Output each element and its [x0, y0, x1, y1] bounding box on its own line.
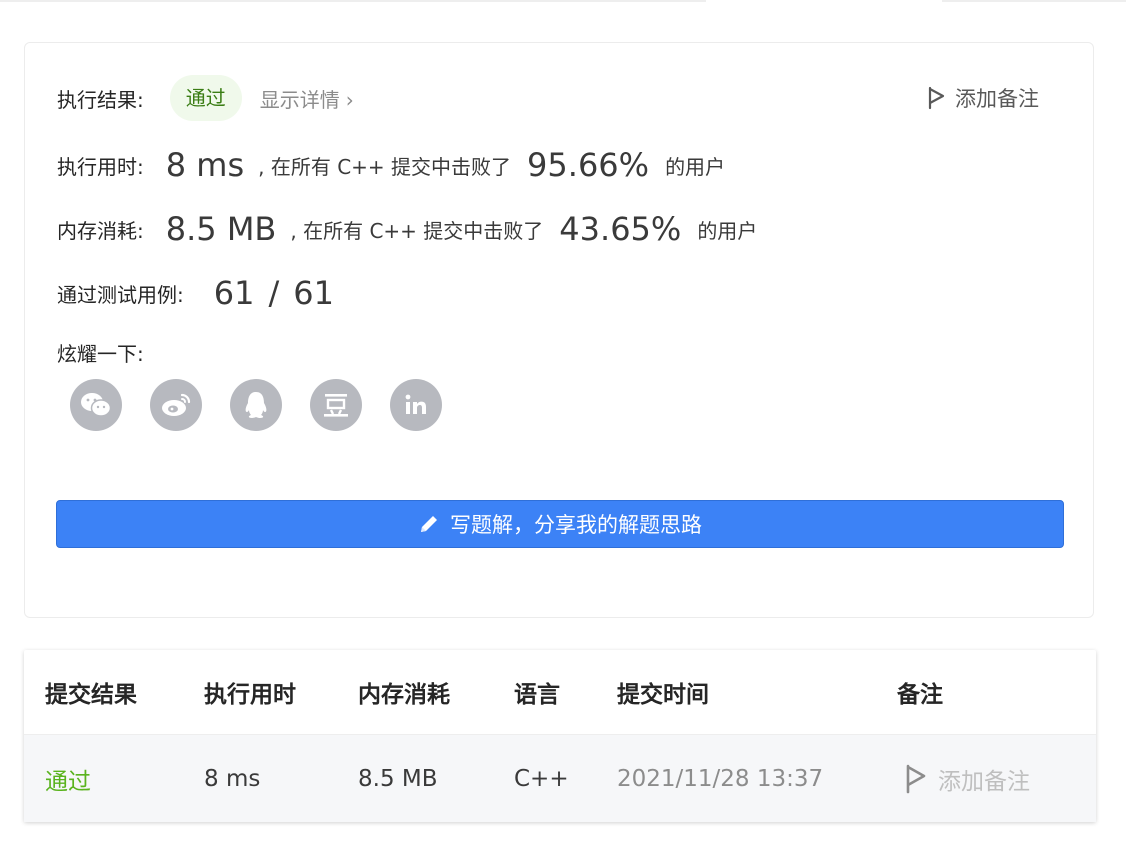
show-details-label: 显示详情 — [259, 87, 340, 112]
header-memory: 内存消耗 — [358, 682, 450, 708]
header-note: 备注 — [897, 682, 943, 708]
write-solution-label: 写题解，分享我的解题思路 — [450, 513, 702, 537]
share-label: 炫耀一下: — [57, 341, 144, 366]
top-divider-left — [0, 0, 706, 2]
runtime-text: , 在所有 C++ 提交中击败了 — [258, 154, 512, 179]
share-icons — [70, 379, 442, 431]
flag-icon — [906, 764, 926, 793]
memory-value: 8.5 MB — [165, 210, 277, 248]
linkedin-icon — [405, 394, 426, 414]
share-weibo-button[interactable] — [150, 379, 202, 431]
share-qq-button[interactable] — [230, 379, 282, 431]
row-result-link[interactable]: 通过 — [45, 735, 91, 822]
header-time: 提交时间 — [617, 682, 709, 708]
tests-count: 61 / 61 — [214, 274, 334, 312]
qq-icon — [245, 392, 267, 418]
table-row: 通过 8 ms 8.5 MB C++ 2021/11/28 13:37 添加备注 — [24, 735, 1096, 822]
header-runtime: 执行用时 — [204, 682, 296, 708]
status-badge: 通过 — [169, 75, 242, 121]
status-row: 执行结果: 通过 显示详情 › — [57, 75, 354, 121]
memory-text: , 在所有 C++ 提交中击败了 — [290, 218, 544, 243]
memory-label: 内存消耗: — [57, 218, 144, 243]
tests-total: 61 — [293, 274, 334, 312]
share-linkedin-button[interactable] — [390, 379, 442, 431]
submission-result-card: 执行结果: 通过 显示详情 › 添加备注 执行用时: 8 ms , 在所有 C++… — [24, 42, 1094, 618]
share-wechat-button[interactable] — [70, 379, 122, 431]
chevron-right-icon: › — [345, 87, 354, 112]
table-header: 提交结果 执行用时 内存消耗 语言 提交时间 备注 — [24, 650, 1096, 735]
weibo-icon — [162, 393, 191, 416]
row-memory: 8.5 MB — [358, 765, 438, 792]
runtime-value: 8 ms — [165, 146, 245, 184]
show-details-link[interactable]: 显示详情 › — [260, 84, 354, 113]
tests-passed: 61 — [213, 274, 255, 312]
top-divider-right — [942, 0, 1126, 2]
tests-label: 通过测试用例: — [57, 282, 184, 307]
memory-row: 内存消耗: 8.5 MB , 在所有 C++ 提交中击败了 43.65% 的用户 — [57, 207, 757, 251]
flag-icon — [928, 86, 945, 110]
header-language: 语言 — [514, 682, 560, 708]
tests-row: 通过测试用例: 61 / 61 — [57, 271, 334, 315]
add-note-button[interactable]: 添加备注 — [927, 83, 1039, 113]
add-note-label: 添加备注 — [955, 87, 1039, 111]
status-label: 执行结果: — [57, 87, 144, 112]
share-row-label: 炫耀一下: — [57, 337, 144, 367]
memory-percent: 43.65% — [559, 210, 682, 248]
header-result: 提交结果 — [45, 682, 137, 708]
row-add-note-label: 添加备注 — [938, 768, 1030, 795]
tests-separator: / — [268, 274, 280, 312]
row-runtime: 8 ms — [204, 765, 261, 792]
douban-icon — [324, 394, 348, 417]
memory-suffix: 的用户 — [697, 218, 758, 243]
row-add-note-button[interactable]: 添加备注 — [904, 735, 1030, 822]
submission-table: 提交结果 执行用时 内存消耗 语言 提交时间 备注 通过 8 ms 8.5 MB… — [24, 650, 1096, 822]
runtime-row: 执行用时: 8 ms , 在所有 C++ 提交中击败了 95.66% 的用户 — [57, 143, 725, 187]
wechat-icon — [81, 393, 112, 417]
runtime-percent: 95.66% — [527, 146, 650, 184]
row-submit-time: 2021/11/28 13:37 — [617, 765, 824, 792]
runtime-suffix: 的用户 — [665, 154, 726, 179]
pencil-icon — [421, 516, 437, 532]
runtime-label: 执行用时: — [57, 154, 144, 179]
share-douban-button[interactable] — [310, 379, 362, 431]
row-language: C++ — [514, 765, 569, 792]
write-solution-button[interactable]: 写题解，分享我的解题思路 — [56, 500, 1064, 548]
